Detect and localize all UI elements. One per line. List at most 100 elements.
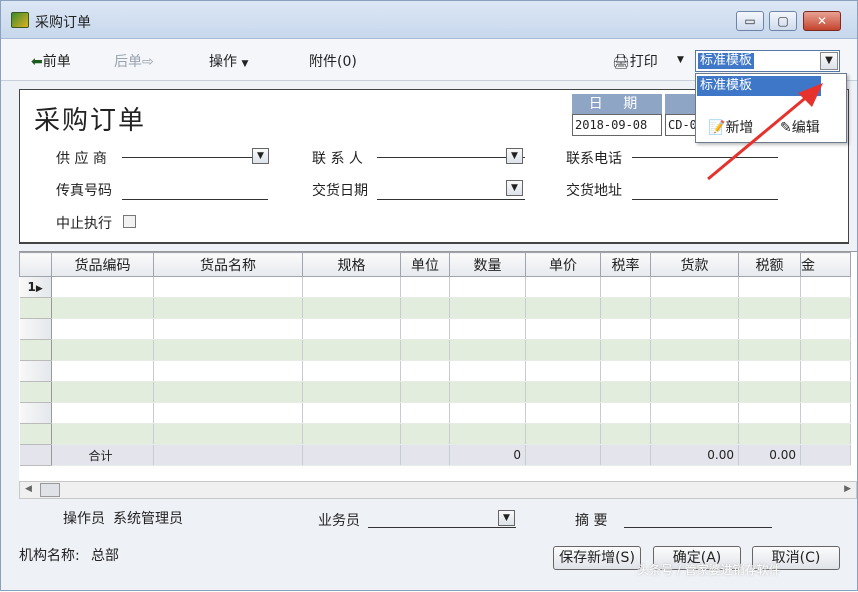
table-cell[interactable] — [650, 339, 739, 361]
table-cell[interactable] — [449, 318, 526, 340]
new-template-button[interactable]: 📝新增 — [708, 116, 753, 140]
col-header-more[interactable]: 金 — [800, 252, 851, 277]
table-cell[interactable] — [738, 402, 801, 424]
col-header-spec[interactable]: 规格 — [302, 252, 401, 277]
table-cell[interactable] — [400, 339, 450, 361]
scroll-left-icon[interactable]: ◀ — [25, 484, 32, 494]
table-row[interactable] — [19, 402, 851, 424]
table-row[interactable] — [19, 360, 851, 382]
table-cell[interactable] — [302, 276, 401, 298]
table-cell[interactable] — [302, 318, 401, 340]
table-cell[interactable] — [51, 318, 154, 340]
table-cell[interactable] — [400, 297, 450, 319]
table-cell[interactable] — [738, 297, 801, 319]
table-cell[interactable] — [449, 423, 526, 445]
print-button[interactable]: 🖨打印 — [612, 51, 658, 71]
table-cell[interactable] — [400, 402, 450, 424]
date-field[interactable]: 2018-09-08 — [572, 114, 662, 136]
operations-menu[interactable]: 操作 ▼ — [209, 51, 248, 71]
table-cell[interactable] — [600, 360, 651, 382]
table-cell[interactable] — [51, 381, 154, 403]
delivery-addr-field[interactable] — [632, 178, 778, 200]
table-cell[interactable] — [302, 339, 401, 361]
table-cell[interactable] — [650, 360, 739, 382]
table-row[interactable] — [19, 297, 851, 319]
table-cell[interactable] — [650, 423, 739, 445]
fax-field[interactable] — [122, 178, 268, 200]
contact-dropdown-icon[interactable]: ▼ — [506, 148, 523, 164]
table-row[interactable] — [19, 318, 851, 340]
table-cell[interactable] — [525, 318, 601, 340]
table-cell[interactable] — [738, 423, 801, 445]
attachment-button[interactable]: 附件(0) — [309, 51, 357, 71]
table-cell[interactable] — [650, 276, 739, 298]
table-cell[interactable] — [800, 360, 851, 382]
table-cell[interactable] — [153, 276, 303, 298]
maximize-button[interactable]: ▢ — [769, 11, 797, 31]
table-cell[interactable] — [800, 423, 851, 445]
horizontal-scrollbar[interactable]: ◀ ▶ — [19, 481, 857, 499]
table-cell[interactable] — [800, 297, 851, 319]
template-select[interactable]: 标准模板 ▼ — [695, 50, 840, 72]
col-header-tax[interactable]: 税额 — [738, 252, 801, 277]
table-cell[interactable] — [525, 423, 601, 445]
delivery-date-dropdown-icon[interactable]: ▼ — [506, 180, 523, 196]
supplier-dropdown-icon[interactable]: ▼ — [252, 148, 269, 164]
col-header-taxrate[interactable]: 税率 — [600, 252, 651, 277]
col-header-qty[interactable]: 数量 — [449, 252, 526, 277]
summary-field[interactable] — [624, 506, 772, 528]
table-cell[interactable] — [600, 339, 651, 361]
table-cell[interactable] — [800, 381, 851, 403]
contact-field[interactable] — [377, 136, 525, 158]
table-cell[interactable] — [400, 381, 450, 403]
salesman-field[interactable] — [368, 506, 516, 528]
col-header-amount[interactable]: 货款 — [650, 252, 739, 277]
table-cell[interactable] — [449, 360, 526, 382]
template-option[interactable]: 标准模板 — [697, 76, 821, 96]
table-cell[interactable] — [51, 402, 154, 424]
minimize-button[interactable]: ▭ — [736, 11, 764, 31]
table-cell[interactable] — [153, 402, 303, 424]
table-cell[interactable] — [400, 423, 450, 445]
table-cell[interactable] — [600, 297, 651, 319]
table-cell[interactable] — [51, 423, 154, 445]
table-cell[interactable] — [449, 297, 526, 319]
table-cell[interactable] — [400, 318, 450, 340]
table-row[interactable] — [19, 423, 851, 445]
table-cell[interactable] — [302, 297, 401, 319]
col-header-name[interactable]: 货品名称 — [153, 252, 303, 277]
table-cell[interactable] — [400, 276, 450, 298]
col-header-code[interactable]: 货品编码 — [51, 252, 154, 277]
table-cell[interactable] — [449, 402, 526, 424]
table-cell[interactable] — [525, 339, 601, 361]
table-cell[interactable] — [302, 402, 401, 424]
table-cell[interactable] — [51, 339, 154, 361]
table-cell[interactable] — [800, 339, 851, 361]
table-cell[interactable] — [600, 402, 651, 424]
table-row[interactable] — [19, 381, 851, 403]
prev-button[interactable]: ⬅前单 — [31, 51, 71, 71]
table-cell[interactable] — [738, 318, 801, 340]
table-cell[interactable] — [302, 381, 401, 403]
table-cell[interactable] — [400, 360, 450, 382]
table-cell[interactable] — [650, 381, 739, 403]
delivery-date-field[interactable] — [377, 178, 525, 200]
chevron-down-icon[interactable]: ▼ — [820, 52, 838, 70]
table-cell[interactable] — [153, 318, 303, 340]
table-cell[interactable] — [449, 339, 526, 361]
table-cell[interactable] — [525, 381, 601, 403]
table-cell[interactable] — [650, 318, 739, 340]
close-button[interactable]: ✕ — [803, 11, 841, 31]
table-cell[interactable] — [800, 402, 851, 424]
table-cell[interactable] — [650, 297, 739, 319]
table-cell[interactable] — [650, 402, 739, 424]
supplier-field[interactable] — [122, 136, 268, 158]
table-cell[interactable] — [800, 318, 851, 340]
table-cell[interactable] — [153, 339, 303, 361]
edit-template-button[interactable]: ✎编辑 — [780, 116, 820, 140]
table-row[interactable]: 1▶ — [19, 276, 851, 298]
table-cell[interactable] — [738, 381, 801, 403]
scroll-right-icon[interactable]: ▶ — [844, 484, 851, 494]
table-cell[interactable] — [600, 276, 651, 298]
table-cell[interactable] — [153, 360, 303, 382]
